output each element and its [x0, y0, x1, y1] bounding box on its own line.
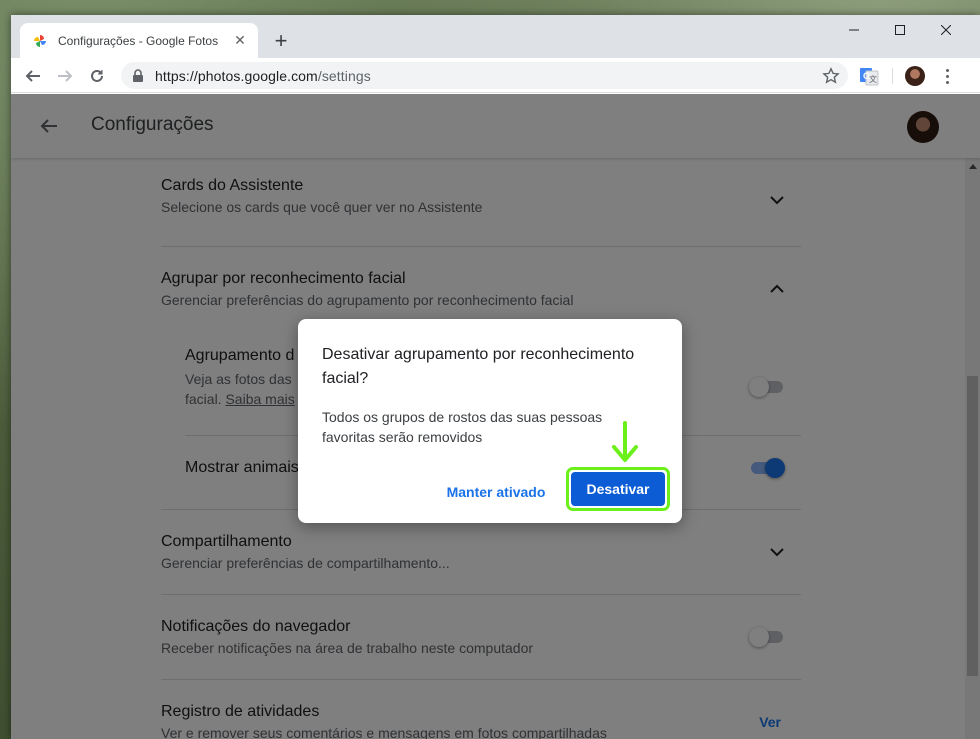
reload-button[interactable] — [83, 62, 111, 90]
tab-title: Configurações - Google Fotos — [58, 33, 219, 48]
disable-button[interactable]: Desativar — [571, 472, 665, 506]
disable-button-highlight: Desativar — [566, 467, 670, 511]
address-bar[interactable]: https://photos.google.com/settings — [121, 62, 848, 89]
url-path: /settings — [317, 67, 371, 84]
browser-window: Configurações - Google Fotos ✕ + https:/… — [11, 15, 980, 739]
lock-icon — [133, 68, 143, 82]
google-translate-icon[interactable]: G 文 — [859, 66, 879, 86]
toolbar-separator — [892, 68, 893, 84]
new-tab-button[interactable]: + — [269, 28, 293, 53]
arrow-down-icon — [612, 421, 638, 462]
tab-strip: Configurações - Google Fotos ✕ + — [11, 15, 980, 58]
arrow-right-icon — [58, 70, 73, 82]
arrow-left-icon — [25, 70, 40, 82]
minimize-button[interactable] — [831, 15, 877, 45]
maximize-button[interactable] — [877, 15, 923, 45]
browser-toolbar: https://photos.google.com/settings G 文 — [11, 58, 980, 93]
svg-text:文: 文 — [869, 74, 877, 84]
close-tab-icon[interactable]: ✕ — [232, 32, 248, 49]
minimize-icon — [849, 29, 859, 31]
maximize-icon — [895, 25, 905, 35]
keep-enabled-button[interactable]: Manter ativado — [438, 474, 554, 510]
browser-menu-icon[interactable] — [937, 66, 957, 86]
dialog-title: Desativar agrupamento por reconhecimento… — [322, 346, 635, 387]
dialog-body: Todos os grupos de rostos das suas pesso… — [322, 409, 603, 445]
url-host: https://photos.google.com — [155, 67, 318, 84]
close-window-button[interactable] — [923, 15, 969, 45]
google-photos-icon — [34, 34, 46, 47]
bookmark-star-icon[interactable] — [822, 67, 840, 85]
tab-google-photos-settings[interactable]: Configurações - Google Fotos ✕ — [20, 23, 258, 58]
disable-face-grouping-dialog: Desativar agrupamento por reconhecimento… — [298, 319, 682, 523]
back-button[interactable] — [19, 62, 47, 90]
url-text: https://photos.google.com/settings — [155, 68, 371, 84]
reload-icon — [91, 69, 103, 82]
settings-page: Configurações Cards do Assistente Seleci… — [11, 94, 980, 739]
forward-button[interactable] — [51, 62, 79, 90]
close-icon — [941, 25, 951, 35]
profile-avatar[interactable] — [905, 66, 925, 86]
